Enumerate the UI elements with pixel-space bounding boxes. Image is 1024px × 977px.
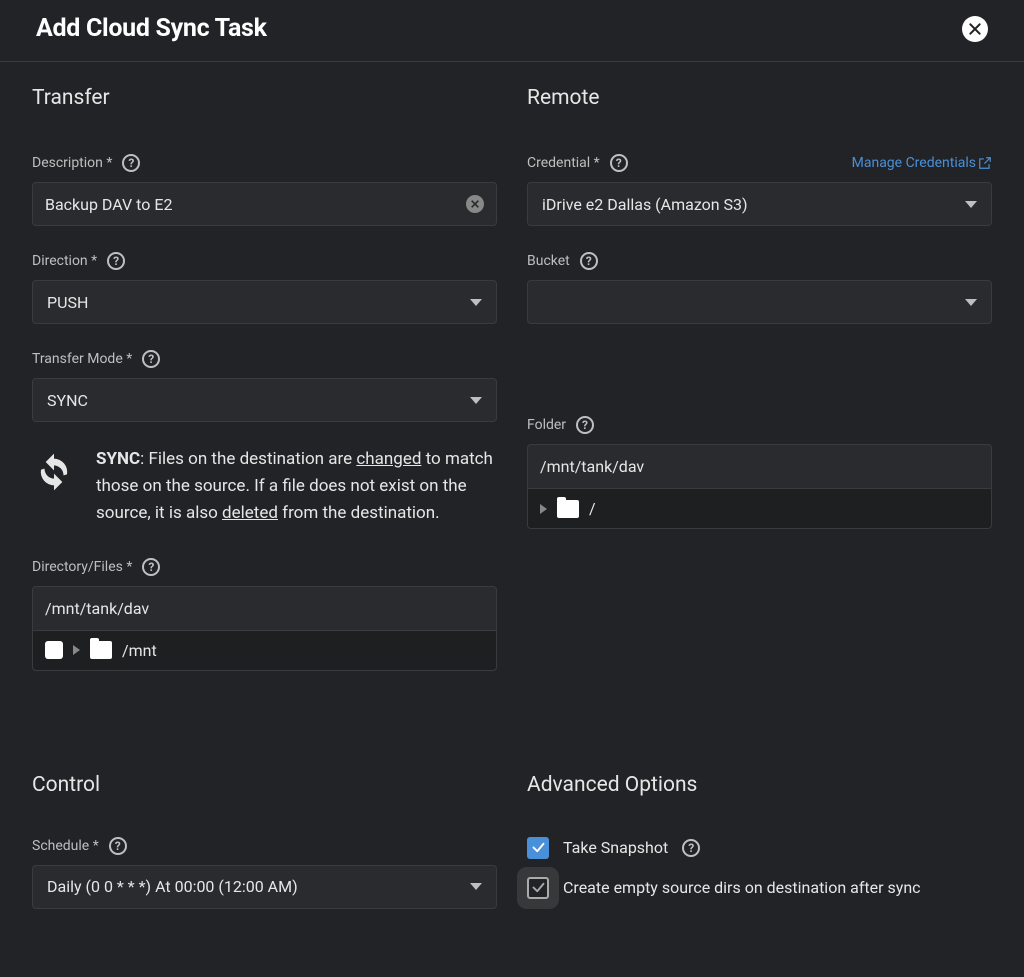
control-column: Control Schedule * ? Daily (0 0 * * *) A…	[32, 773, 497, 935]
sync-description: SYNC: Files on the destination are chang…	[32, 446, 497, 528]
dialog-header: Add Cloud Sync Task	[0, 0, 1024, 62]
folder-field: Folder ? /mnt/tank/dav /	[527, 416, 992, 529]
description-input-wrap: Backup DAV to E2	[32, 182, 497, 226]
directory-tree: /mnt	[32, 630, 497, 671]
right-column: Remote Credential * ? Manage Credentials…	[527, 86, 992, 697]
create-empty-checkbox[interactable]	[527, 877, 549, 899]
take-snapshot-row: Take Snapshot ?	[527, 837, 992, 859]
manage-credentials-link[interactable]: Manage Credentials	[852, 155, 992, 171]
schedule-select[interactable]: Daily (0 0 * * *) At 00:00 (12:00 AM)	[32, 865, 497, 909]
dialog-body: Transfer Description * ? Backup DAV to E…	[0, 62, 1024, 697]
schedule-field: Schedule * ? Daily (0 0 * * *) At 00:00 …	[32, 837, 497, 909]
help-icon[interactable]: ?	[682, 839, 700, 857]
lower-section: Control Schedule * ? Daily (0 0 * * *) A…	[0, 773, 1024, 935]
help-icon[interactable]: ?	[122, 154, 140, 172]
directory-field: Directory/Files * ? /mnt/tank/dav /mnt	[32, 558, 497, 671]
chevron-down-icon	[470, 883, 482, 890]
help-icon[interactable]: ?	[109, 837, 127, 855]
folder-icon	[90, 641, 112, 659]
take-snapshot-label: Take Snapshot	[563, 838, 668, 857]
description-field: Description * ? Backup DAV to E2	[32, 154, 497, 226]
folder-tree: /	[527, 488, 992, 529]
tree-row[interactable]: /mnt	[33, 631, 496, 670]
check-icon	[531, 880, 546, 895]
help-icon[interactable]: ?	[580, 252, 598, 270]
bucket-label: Bucket	[527, 253, 570, 269]
close-button[interactable]	[962, 16, 988, 42]
close-icon	[968, 22, 982, 36]
direction-select[interactable]: PUSH	[32, 280, 497, 324]
clear-icon[interactable]	[466, 195, 484, 213]
expand-icon[interactable]	[540, 504, 547, 514]
credential-value: iDrive e2 Dallas (Amazon S3)	[542, 195, 748, 214]
folder-icon	[557, 500, 579, 518]
left-column: Transfer Description * ? Backup DAV to E…	[32, 86, 497, 697]
bucket-field: Bucket ?	[527, 252, 992, 324]
folder-label: Folder	[527, 417, 566, 433]
advanced-column: Advanced Options Take Snapshot ? Create …	[527, 773, 992, 935]
create-empty-row: Create empty source dirs on destination …	[527, 877, 992, 899]
bucket-select[interactable]	[527, 280, 992, 324]
transfer-mode-select[interactable]: SYNC	[32, 378, 497, 422]
transfer-mode-field: Transfer Mode * ? SYNC	[32, 350, 497, 422]
credential-label: Credential *	[527, 155, 600, 171]
create-empty-label: Create empty source dirs on destination …	[563, 878, 921, 897]
help-icon[interactable]: ?	[142, 558, 160, 576]
help-icon[interactable]: ?	[576, 416, 594, 434]
take-snapshot-checkbox[interactable]	[527, 837, 549, 859]
expand-icon[interactable]	[73, 645, 80, 655]
section-transfer-title: Transfer	[32, 86, 497, 110]
chevron-down-icon	[470, 299, 482, 306]
transfer-mode-label: Transfer Mode *	[32, 351, 132, 367]
directory-input[interactable]: /mnt/tank/dav	[32, 586, 497, 630]
description-label: Description *	[32, 155, 112, 171]
section-remote-title: Remote	[527, 86, 992, 110]
directory-label: Directory/Files *	[32, 559, 132, 575]
check-icon	[531, 840, 546, 855]
direction-value: PUSH	[47, 293, 88, 312]
chevron-down-icon	[965, 201, 977, 208]
help-icon[interactable]: ?	[107, 252, 125, 270]
direction-label: Direction *	[32, 253, 97, 269]
sync-icon	[34, 452, 74, 492]
chevron-down-icon	[470, 397, 482, 404]
chevron-down-icon	[965, 299, 977, 306]
schedule-label: Schedule *	[32, 838, 99, 854]
section-control-title: Control	[32, 773, 497, 797]
folder-input[interactable]: /mnt/tank/dav	[527, 444, 992, 488]
credential-select[interactable]: iDrive e2 Dallas (Amazon S3)	[527, 182, 992, 226]
help-icon[interactable]: ?	[610, 154, 628, 172]
section-advanced-title: Advanced Options	[527, 773, 992, 797]
sync-description-text: SYNC: Files on the destination are chang…	[96, 446, 495, 528]
external-link-icon	[978, 156, 992, 170]
description-input[interactable]: Backup DAV to E2	[45, 195, 466, 214]
transfer-mode-value: SYNC	[47, 391, 88, 410]
direction-field: Direction * ? PUSH	[32, 252, 497, 324]
help-icon[interactable]: ?	[142, 350, 160, 368]
tree-checkbox[interactable]	[45, 641, 63, 659]
tree-label: /mnt	[122, 641, 157, 660]
tree-label: /	[589, 499, 596, 518]
credential-field: Credential * ? Manage Credentials iDrive…	[527, 154, 992, 226]
tree-row[interactable]: /	[528, 489, 991, 528]
dialog-title: Add Cloud Sync Task	[36, 14, 267, 43]
schedule-value: Daily (0 0 * * *) At 00:00 (12:00 AM)	[47, 877, 298, 896]
